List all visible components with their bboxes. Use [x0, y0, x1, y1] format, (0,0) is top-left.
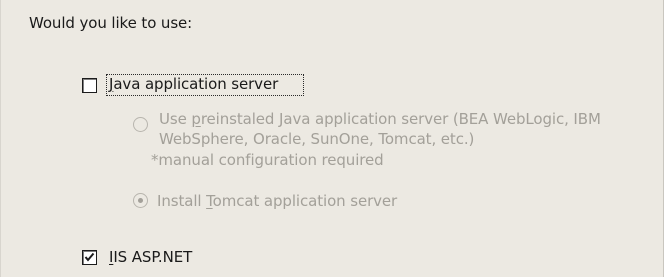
java-label-rest: ava application server	[113, 75, 279, 93]
preinstalled-mnemonic: p	[191, 110, 201, 128]
java-app-server-checkbox[interactable]	[82, 78, 97, 93]
iis-aspnet-checkbox[interactable]	[82, 250, 97, 265]
preinstalled-java-radio[interactable]	[133, 117, 148, 132]
install-tomcat-pre: Install	[157, 192, 207, 210]
install-tomcat-rest: omcat application server	[212, 192, 398, 210]
preinstalled-java-label-line1: Use preinstaled Java application server …	[159, 110, 601, 128]
preinstalled-rest: reinstaled Java application server (BEA …	[200, 110, 601, 128]
preinstalled-java-label-line2: WebSphere, Oracle, SunOne, Tomcat, etc.)	[159, 130, 475, 148]
prompt-label: Would you like to use:	[29, 14, 193, 32]
options-panel: Would you like to use: Java application …	[0, 0, 664, 277]
iis-aspnet-label[interactable]: IIS ASP.NET	[109, 248, 192, 266]
iis-label-rest: IS ASP.NET	[113, 248, 193, 266]
java-app-server-label[interactable]: Java application server	[109, 75, 278, 93]
install-tomcat-label: Install Tomcat application server	[157, 192, 397, 210]
manual-config-note: *manual configuration required	[151, 151, 384, 169]
install-tomcat-radio-dot	[138, 198, 143, 203]
preinstalled-pre: Use	[159, 110, 192, 128]
install-tomcat-radio[interactable]	[133, 193, 148, 208]
check-mark-icon	[84, 252, 95, 262]
